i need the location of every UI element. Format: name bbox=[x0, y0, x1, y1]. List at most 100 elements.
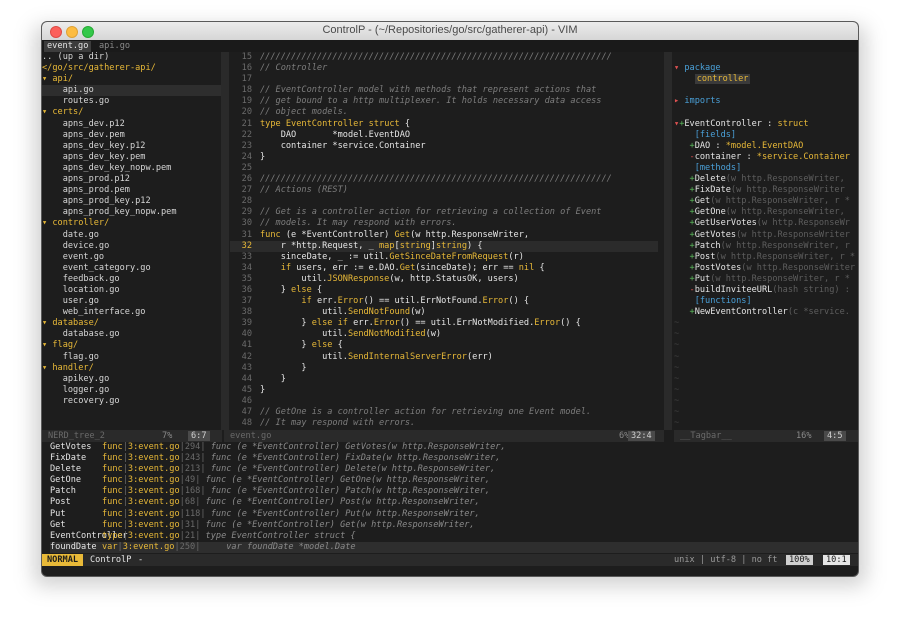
tagbar-row[interactable]: ~ bbox=[674, 329, 858, 340]
tree-row[interactable]: user.go bbox=[42, 296, 222, 307]
tagbar-row[interactable]: -container : *service.Container bbox=[674, 152, 858, 163]
code-line[interactable]: 40 util.SendNotModified(w) bbox=[230, 329, 658, 340]
code-editor-pane[interactable]: 15 //////////////////////////////////////… bbox=[230, 52, 658, 430]
tagbar-pane[interactable]: ▾ package controller ▸ imports ▾+EventCont… bbox=[674, 52, 858, 430]
tree-entry[interactable]: apns_prod_key.p12 bbox=[42, 196, 151, 206]
code-line[interactable]: 29 // Get is a controller action for retr… bbox=[230, 207, 658, 218]
code-line[interactable]: 26 //////////////////////////////////////… bbox=[230, 174, 658, 185]
code-line[interactable]: 44 } bbox=[230, 374, 658, 385]
tree-row[interactable]: api.go bbox=[42, 85, 222, 97]
tagbar-row[interactable]: controller bbox=[674, 74, 858, 85]
code-line[interactable]: 39 } else if err.Error() == util.ErrNotM… bbox=[230, 318, 658, 329]
tree-entry[interactable]: ▾ certs/ bbox=[42, 107, 83, 117]
tree-row[interactable]: apikey.go bbox=[42, 374, 222, 385]
tagbar-row[interactable]: [functions] bbox=[674, 296, 858, 307]
tree-row[interactable]: apns_dev.p12 bbox=[42, 119, 222, 130]
code-line[interactable]: 33 sinceDate, _ := util.GetSinceDateFrom… bbox=[230, 252, 658, 263]
ctrlp-result[interactable]: Delete func|3:event.go|213| func (e *Even… bbox=[50, 464, 858, 475]
code-line[interactable]: 28 bbox=[230, 196, 658, 207]
tree-entry[interactable]: web_interface.go bbox=[42, 307, 146, 317]
tree-row[interactable]: ▾ flag/ bbox=[42, 340, 222, 351]
tree-entry[interactable]: apikey.go bbox=[42, 374, 110, 384]
code-line[interactable]: 22 DAO *model.EventDAO bbox=[230, 130, 658, 141]
tree-entry[interactable]: flag.go bbox=[42, 352, 99, 362]
tree-entry[interactable]: date.go bbox=[42, 230, 99, 240]
ctrlp-result[interactable]: Put func|3:event.go|118| func (e *EventCo… bbox=[50, 509, 858, 520]
tagbar-row[interactable]: [fields] bbox=[674, 130, 858, 141]
code-line[interactable]: 43 } bbox=[230, 363, 658, 374]
tree-entry[interactable]: api.go bbox=[42, 85, 94, 95]
code-line[interactable]: 21 type EventController struct { bbox=[230, 119, 658, 130]
tagbar-row[interactable]: +GetOne(w http.ResponseWriter, bbox=[674, 207, 858, 218]
tree-row[interactable]: database.go bbox=[42, 329, 222, 340]
code-line[interactable]: 48 // It may respond with errors. bbox=[230, 418, 658, 429]
tree-row[interactable]: apns_prod_key.p12 bbox=[42, 196, 222, 207]
tree-row[interactable]: web_interface.go bbox=[42, 307, 222, 318]
ctrlp-result[interactable]: FixDate func|3:event.go|243| func (e *Eve… bbox=[50, 453, 858, 464]
tagbar-row[interactable] bbox=[674, 107, 858, 118]
code-line[interactable]: 24} bbox=[230, 152, 658, 163]
tree-row[interactable]: logger.go bbox=[42, 385, 222, 396]
code-line[interactable]: 34 if users, err := e.DAO.Get(sinceDate)… bbox=[230, 263, 658, 274]
tree-row[interactable]: apns_dev.pem bbox=[42, 130, 222, 141]
tree-entry[interactable]: apns_dev.p12 bbox=[42, 119, 125, 129]
code-line[interactable]: 37 if err.Error() == util.ErrNotFound.Er… bbox=[230, 296, 658, 307]
code-line[interactable]: 35 util.JSONResponse(w, http.StatusOK, u… bbox=[230, 274, 658, 285]
tagbar-row[interactable]: +GetVotes(w http.ResponseWriter bbox=[674, 230, 858, 241]
tree-entry[interactable]: event.go bbox=[42, 252, 104, 262]
code-line[interactable]: 41 } else { bbox=[230, 340, 658, 351]
code-line[interactable]: 20 // object models. bbox=[230, 107, 658, 118]
tagbar-row[interactable]: ~ bbox=[674, 418, 858, 429]
tree-entry[interactable]: recovery.go bbox=[42, 396, 120, 406]
tree-row[interactable]: ▾ certs/ bbox=[42, 107, 222, 118]
split-separator[interactable] bbox=[664, 52, 672, 430]
tree-row[interactable]: feedback.go bbox=[42, 274, 222, 285]
tagbar-row[interactable]: ~ bbox=[674, 363, 858, 374]
tagbar-row[interactable]: +Get(w http.ResponseWriter, r * bbox=[674, 196, 858, 207]
code-line[interactable]: 31 func (e *EventController) Get(w http.R… bbox=[230, 230, 658, 241]
code-line[interactable]: 46 bbox=[230, 396, 658, 407]
ctrlp-result[interactable]: GetOne func|3:event.go|49| func (e *Event… bbox=[50, 475, 858, 486]
tab-event-go[interactable]: event.go bbox=[44, 41, 92, 52]
code-line[interactable]: 16 // Controller bbox=[230, 63, 658, 74]
tagbar-row[interactable]: ~ bbox=[674, 396, 858, 407]
tagbar-row[interactable]: +GetUserVotes(w http.ResponseWr bbox=[674, 218, 858, 229]
tree-entry[interactable]: ▾ flag/ bbox=[42, 340, 78, 350]
tree-row[interactable]: apns_prod.pem bbox=[42, 185, 222, 196]
code-line[interactable]: 42 util.SendInternalServerError(err) bbox=[230, 352, 658, 363]
tree-row[interactable]: apns_dev_key_nopw.pem bbox=[42, 163, 222, 174]
tree-row[interactable]: event_category.go bbox=[42, 263, 222, 274]
tree-entry[interactable]: location.go bbox=[42, 285, 120, 295]
tagbar-row[interactable] bbox=[674, 52, 858, 63]
code-line[interactable]: 38 util.SendNotFound(w) bbox=[230, 307, 658, 318]
code-line[interactable]: 17 bbox=[230, 74, 658, 85]
tree-row[interactable]: ▾ controller/ bbox=[42, 218, 222, 229]
tree-row[interactable]: device.go bbox=[42, 241, 222, 252]
tree-entry[interactable]: apns_dev_key.pem bbox=[42, 152, 146, 162]
code-line[interactable]: 25 bbox=[230, 163, 658, 174]
code-line[interactable]: 27 // Actions (REST) bbox=[230, 185, 658, 196]
tree-entry[interactable]: ▾ api/ bbox=[42, 74, 73, 84]
tree-entry[interactable]: .. (up a dir) bbox=[42, 52, 109, 62]
tagbar-row[interactable]: +Post(w http.ResponseWriter, r * bbox=[674, 252, 858, 263]
tagbar-row[interactable]: ~ bbox=[674, 318, 858, 329]
tagbar-row[interactable]: +Put(w http.ResponseWriter, r * bbox=[674, 274, 858, 285]
tree-entry[interactable]: routes.go bbox=[42, 96, 110, 106]
ctrlp-results-list[interactable]: GetVotes func|3:event.go|294| func (e *Ev… bbox=[50, 442, 858, 554]
tree-entry[interactable]: </go/src/gatherer-api/ bbox=[42, 63, 156, 73]
tree-entry[interactable]: ▾ handler/ bbox=[42, 363, 94, 373]
ctrlp-result[interactable]: Get func|3:event.go|31| func (e *EventCon… bbox=[50, 520, 858, 531]
tree-row[interactable]: event.go bbox=[42, 252, 222, 263]
tab-api-go[interactable]: api.go bbox=[99, 41, 130, 52]
code-line[interactable]: 23 container *service.Container bbox=[230, 141, 658, 152]
tree-row[interactable]: apns_prod_key_nopw.pem bbox=[42, 207, 222, 218]
tree-entry[interactable]: apns_prod_key_nopw.pem bbox=[42, 207, 177, 217]
tree-row[interactable]: apns_dev_key.pem bbox=[42, 152, 222, 163]
tagbar-row[interactable]: ~ bbox=[674, 407, 858, 418]
tree-row[interactable]: ▾ database/ bbox=[42, 318, 222, 329]
tree-entry[interactable]: logger.go bbox=[42, 385, 110, 395]
tagbar-row[interactable]: [methods] bbox=[674, 163, 858, 174]
tagbar-row[interactable]: +Patch(w http.ResponseWriter, r bbox=[674, 241, 858, 252]
tree-row[interactable]: </go/src/gatherer-api/ bbox=[42, 63, 222, 74]
ctrlp-result[interactable]: foundDate var|3:event.go|250| var foundDa… bbox=[50, 541, 858, 553]
